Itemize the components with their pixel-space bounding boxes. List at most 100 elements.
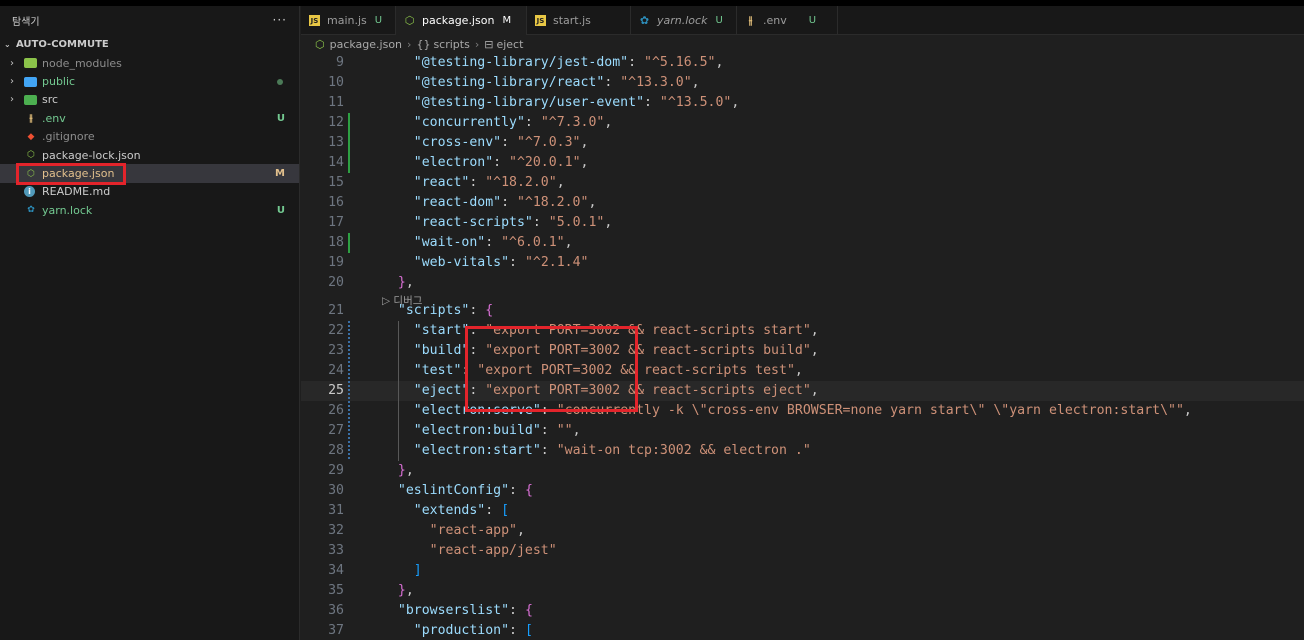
code-line[interactable]: 21 "scripts": { (301, 301, 1304, 321)
code-text: "build": "export PORT=3002 && react-scri… (382, 341, 819, 361)
code-line[interactable]: 32 "react-app", (301, 521, 1304, 541)
tab-start-js[interactable]: JS start.js (527, 6, 631, 35)
code-text: }, (382, 581, 414, 601)
code-token: , (604, 215, 613, 230)
tree-item-package-lock[interactable]: ⬡ package-lock.json (0, 146, 299, 164)
breadcrumb-eject[interactable]: eject (496, 38, 523, 51)
code-line[interactable]: 9 "@testing-library/jest-dom": "^5.16.5"… (301, 53, 1304, 73)
tree-item-label: package-lock.json (42, 148, 141, 162)
git-status-badge: U (276, 204, 285, 216)
explorer-sidebar: 탐색기 ··· ⌄ AUTO-COMMUTE › node_modules › … (0, 6, 300, 640)
code-token: "^20.0.1" (509, 155, 581, 170)
code-token: "electron:build" (382, 423, 541, 438)
code-text: }, (382, 273, 414, 293)
tree-item-node-modules[interactable]: › node_modules (0, 54, 299, 72)
line-number: 25 (328, 383, 344, 398)
tree-item-package-json[interactable]: ⬡ package.json M (0, 164, 299, 183)
code-token: , (580, 155, 589, 170)
code-line[interactable]: 10 "@testing-library/react": "^13.3.0", (301, 73, 1304, 93)
code-line[interactable]: 28 "electron:start": "wait-on tcp:3002 &… (301, 441, 1304, 461)
gutter-added-marker (348, 233, 350, 253)
line-number: 13 (328, 135, 344, 150)
code-line[interactable]: 20 }, (301, 273, 1304, 293)
code-line[interactable]: 14 "electron": "^20.0.1", (301, 153, 1304, 173)
breadcrumb-scripts[interactable]: scripts (433, 38, 469, 51)
code-line[interactable]: 33 "react-app/jest" (301, 541, 1304, 561)
gutter-added-marker (348, 153, 350, 173)
code-token: "wait-on tcp:3002 && electron ." (556, 443, 811, 458)
code-token: : (469, 303, 486, 318)
tree-item-src[interactable]: › src (0, 91, 299, 109)
code-line[interactable]: 22 "start": "export PORT=3002 && react-s… (301, 321, 1304, 341)
code-line[interactable]: 23 "build": "export PORT=3002 && react-s… (301, 341, 1304, 361)
code-token: "^2.1.4" (524, 255, 589, 270)
code-line[interactable]: 17 "react-scripts": "5.0.1", (301, 213, 1304, 233)
tree-item-gitignore[interactable]: ◆ .gitignore (0, 128, 299, 146)
code-token: "electron:serve" (382, 403, 541, 418)
code-line[interactable]: 34 ] (301, 561, 1304, 581)
code-line[interactable]: 25 "eject": "export PORT=3002 && react-s… (301, 381, 1304, 401)
code-line[interactable]: 30 "eslintConfig": { (301, 481, 1304, 501)
code-token: , (810, 343, 819, 358)
more-actions-icon[interactable]: ··· (273, 13, 287, 27)
line-number: 24 (328, 363, 344, 378)
tab-main-js[interactable]: JS main.js U (301, 6, 396, 35)
line-number: 12 (328, 115, 344, 130)
project-root-folder[interactable]: ⌄ AUTO-COMMUTE (0, 34, 299, 54)
tab-package-json[interactable]: ⬡ package.json M (396, 6, 527, 35)
code-line[interactable]: 16 "react-dom": "^18.2.0", (301, 193, 1304, 213)
code-token: , (810, 383, 819, 398)
tree-item-yarn-lock[interactable]: ✿ yarn.lock U (0, 201, 299, 219)
code-text: "test": "export PORT=3002 && react-scrip… (382, 361, 803, 381)
code-token: { (485, 303, 494, 318)
code-token: "browserslist" (382, 603, 510, 618)
code-line[interactable]: 26 "electron:serve": "concurrently -k \"… (301, 401, 1304, 421)
code-line[interactable]: 24 "test": "export PORT=3002 && react-sc… (301, 361, 1304, 381)
code-line[interactable]: 18 "wait-on": "^6.0.1", (301, 233, 1304, 253)
code-token: : (644, 95, 660, 110)
code-token: , (715, 55, 724, 70)
code-line[interactable]: 37 "production": [ (301, 621, 1304, 640)
tree-item-readme[interactable]: i README.md (0, 183, 299, 201)
tab-yarn-lock[interactable]: ✿ yarn.lock U (631, 6, 737, 35)
indent-guide (398, 321, 399, 461)
tree-item-public[interactable]: › public (0, 72, 299, 90)
object-symbol-icon: {} (416, 37, 431, 51)
breadcrumb-file[interactable]: package.json (330, 38, 402, 51)
code-token: , (405, 583, 414, 598)
code-token: "web-vitals" (382, 255, 510, 270)
code-token: : (485, 235, 502, 250)
code-text: "react-app/jest" (382, 541, 557, 561)
code-line[interactable]: 13 "cross-env": "^7.0.3", (301, 133, 1304, 153)
code-token: "test" (382, 363, 462, 378)
tree-item-env[interactable]: ⫲ .env U (0, 109, 299, 127)
code-line[interactable]: 15 "react": "^18.2.0", (301, 173, 1304, 193)
code-token: : (532, 215, 549, 230)
code-line[interactable]: 36 "browserslist": { (301, 601, 1304, 621)
code-token: : (493, 155, 510, 170)
code-text: "electron": "^20.0.1", (382, 153, 589, 173)
code-text: "scripts": { (382, 301, 493, 321)
code-token: "eject" (382, 383, 470, 398)
code-token: , (588, 195, 597, 210)
code-token: "electron" (382, 155, 494, 170)
code-text: "@testing-library/react": "^13.3.0", (382, 73, 700, 93)
code-line[interactable]: 11 "@testing-library/user-event": "^13.5… (301, 93, 1304, 113)
code-token: "concurrently -k \"cross-env BROWSER=non… (556, 403, 1184, 418)
tree-item-label: .gitignore (42, 130, 95, 144)
code-line[interactable]: 31 "extends": [ (301, 501, 1304, 521)
chevron-right-icon: › (10, 94, 14, 106)
code-line[interactable]: 35 }, (301, 581, 1304, 601)
code-token: "^13.5.0" (659, 95, 732, 110)
code-token: , (405, 463, 414, 478)
js-file-icon: JS (309, 15, 320, 26)
tab-env[interactable]: ⫲ .env U (737, 6, 838, 35)
line-number: 30 (328, 483, 344, 498)
code-editor[interactable]: ▷ 디버그 9 "@testing-library/jest-dom": "^5… (301, 53, 1304, 640)
line-number: 11 (328, 95, 344, 110)
code-line[interactable]: 27 "electron:build": "", (301, 421, 1304, 441)
code-line[interactable]: 12 "concurrently": "^7.3.0", (301, 113, 1304, 133)
code-line[interactable]: 29 }, (301, 461, 1304, 481)
code-line[interactable]: 19 "web-vitals": "^2.1.4" (301, 253, 1304, 273)
code-text: "concurrently": "^7.3.0", (382, 113, 613, 133)
